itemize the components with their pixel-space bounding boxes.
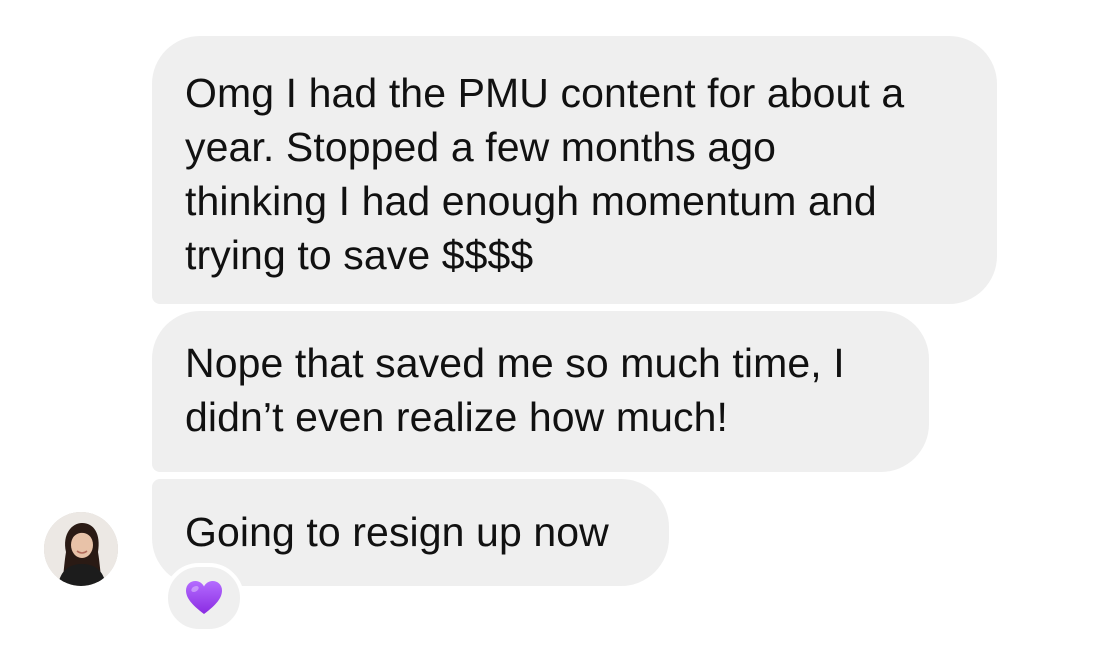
profile-photo-icon bbox=[44, 512, 118, 586]
message-bubble-2[interactable]: Nope that saved me so much time, I didn’… bbox=[152, 311, 929, 472]
message-bubble-1[interactable]: Omg I had the PMU content for about a ye… bbox=[152, 36, 997, 304]
reaction-badge[interactable] bbox=[164, 563, 244, 633]
avatar[interactable] bbox=[44, 512, 118, 586]
purple-heart-icon bbox=[186, 581, 222, 614]
